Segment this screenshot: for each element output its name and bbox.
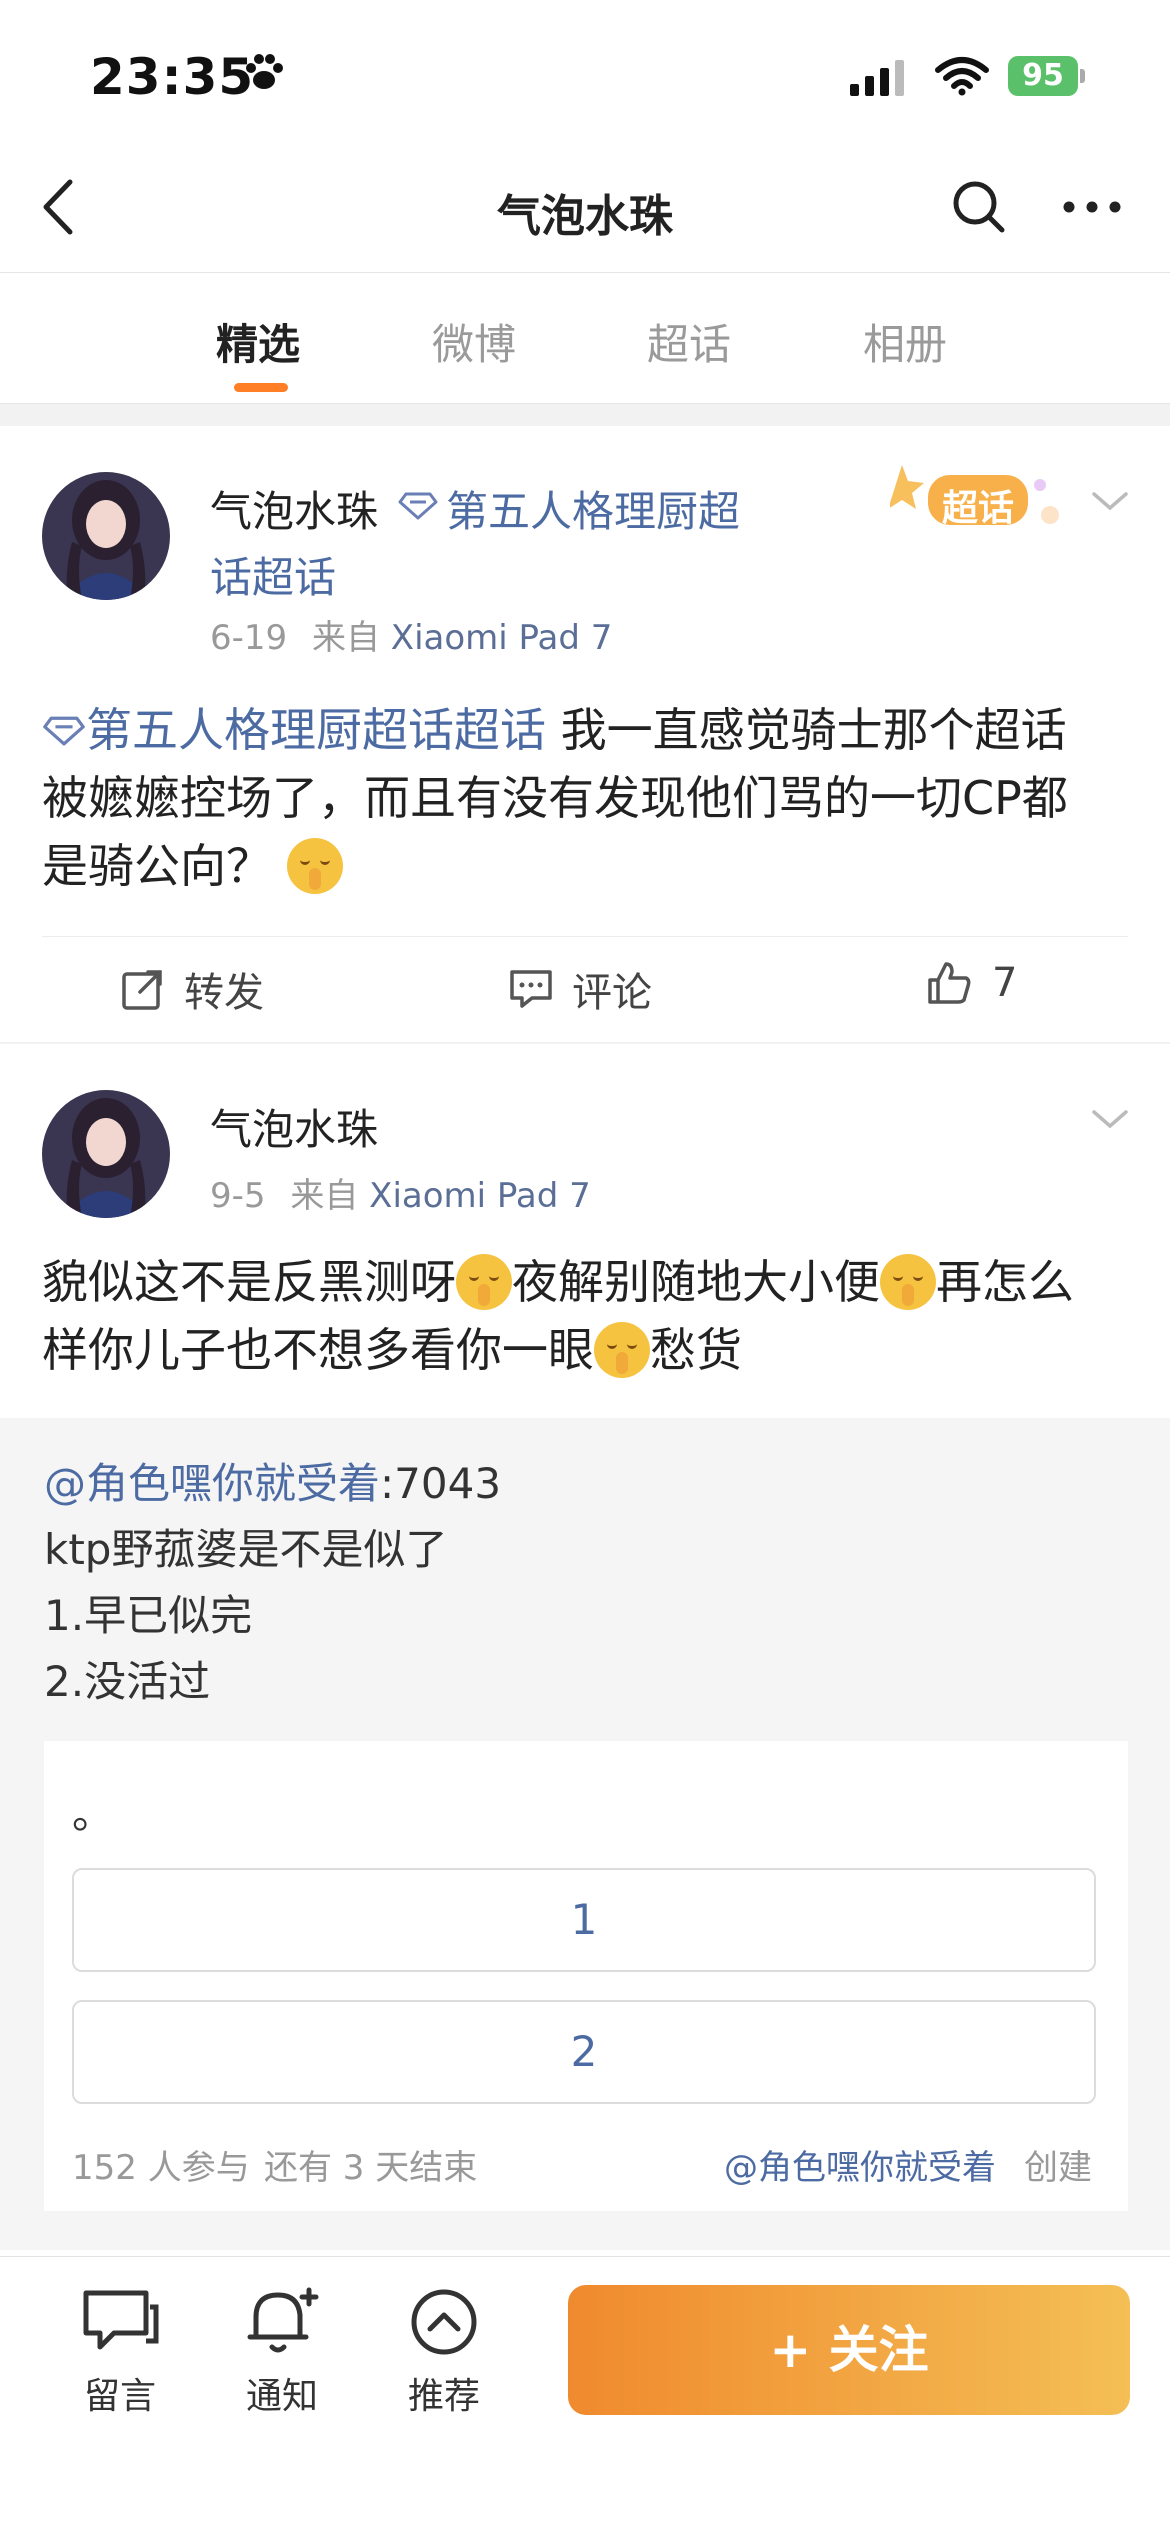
avatar[interactable] bbox=[42, 472, 170, 600]
poll-option[interactable]: 1 bbox=[72, 1868, 1096, 1972]
more-icon[interactable] bbox=[1062, 200, 1122, 214]
post-date: 9-5 bbox=[210, 1176, 266, 1216]
supertopic-diamond-icon bbox=[398, 492, 438, 520]
from-label: 来自 bbox=[311, 618, 380, 658]
recommend-button[interactable]: 推荐 bbox=[384, 2287, 504, 2419]
nav-bar: 气泡水珠 bbox=[0, 150, 1170, 273]
shush-emoji-icon bbox=[880, 1253, 936, 1310]
supertopic-badge: 超话 bbox=[888, 455, 1070, 549]
supertopic-badge-label: 超话 bbox=[942, 488, 1015, 529]
thumbs-up-icon bbox=[928, 962, 971, 1004]
poll-participants: 152 人参与 bbox=[72, 2148, 250, 2188]
post-author[interactable]: 气泡水珠 bbox=[210, 478, 378, 539]
supertopic-diamond-icon bbox=[43, 716, 85, 745]
status-time: 23:35 bbox=[90, 48, 255, 106]
poll-option[interactable]: 2 bbox=[72, 2000, 1096, 2104]
body-text-line2: 被嬷嬷控场了，而且有没有发现他们骂的一切CP都 bbox=[42, 771, 1068, 825]
repost-text-line: 1.早已似完 bbox=[44, 1591, 253, 1640]
battery-indicator: 95 bbox=[1008, 56, 1078, 96]
body-text-part: 夜解别随地大小便 bbox=[512, 1255, 880, 1309]
bottom-bar: 留言 通知 推荐 + 关注 bbox=[0, 2256, 1170, 2533]
from-label: 来自 bbox=[290, 1176, 359, 1216]
body-text-part: 愁货 bbox=[650, 1323, 742, 1377]
chevron-down-icon[interactable] bbox=[1090, 1106, 1130, 1132]
wifi-icon bbox=[935, 57, 989, 96]
like-button[interactable]: 7 bbox=[924, 958, 1017, 1008]
profile-tabs: 精选 微博 超话 相册 bbox=[0, 273, 1170, 404]
post-author[interactable]: 气泡水珠 bbox=[210, 1096, 378, 1157]
comment-icon bbox=[510, 970, 552, 1008]
notify-button[interactable]: 通知 bbox=[222, 2287, 342, 2419]
post-date: 6-19 bbox=[210, 618, 288, 658]
tab-supertopic[interactable]: 超话 bbox=[647, 311, 731, 372]
comment-button[interactable]: 评论 bbox=[508, 960, 652, 1018]
body-text-part: 样你儿子也不想多看你一眼 bbox=[42, 1323, 594, 1377]
tab-album[interactable]: 相册 bbox=[863, 311, 947, 372]
body-topic-link[interactable]: 第五人格理厨超话超话 bbox=[86, 703, 546, 757]
tab-featured[interactable]: 精选 bbox=[216, 311, 300, 372]
chevron-up-circle-icon bbox=[411, 2289, 477, 2355]
post-body: 貌似这不是反黑测呀 夜解别随地大小便 再怎么 样你儿子也不想多看你一眼 愁货 bbox=[42, 1248, 1142, 1384]
status-bar: 23:35 95 bbox=[0, 0, 1170, 150]
post-source[interactable]: Xiaomi Pad 7 bbox=[391, 618, 613, 658]
tab-weibo[interactable]: 微博 bbox=[432, 311, 516, 372]
repost-text-line: 2.没活过 bbox=[44, 1657, 211, 1706]
avatar[interactable] bbox=[42, 1090, 170, 1218]
notify-label: 通知 bbox=[245, 2376, 318, 2417]
shush-emoji-icon bbox=[286, 837, 343, 894]
poll-created-label: 创建 bbox=[1024, 2148, 1092, 2188]
divider bbox=[42, 936, 1128, 937]
body-text-line1: 我一直感觉骑士那个超话 bbox=[546, 703, 1067, 757]
active-tab-indicator bbox=[234, 383, 288, 392]
signal-icon bbox=[850, 60, 904, 96]
search-icon[interactable] bbox=[950, 178, 1008, 236]
message-label: 留言 bbox=[83, 2376, 156, 2417]
repost-suffix: :7043 bbox=[380, 1459, 502, 1508]
poll-remaining: 还有 3 天结束 bbox=[264, 2148, 478, 2188]
post-source[interactable]: Xiaomi Pad 7 bbox=[369, 1176, 591, 1216]
body-text-part: 再怎么 bbox=[936, 1255, 1074, 1309]
poll-creator-link[interactable]: @角色嘿你就受着 bbox=[724, 2140, 996, 2189]
follow-button[interactable]: + 关注 bbox=[568, 2285, 1130, 2415]
shush-emoji-icon bbox=[594, 1321, 650, 1378]
like-count: 7 bbox=[992, 960, 1018, 1006]
poll-title: 。 bbox=[72, 1789, 115, 1838]
bell-plus-icon bbox=[247, 2287, 319, 2353]
message-button[interactable]: 留言 bbox=[60, 2287, 180, 2419]
topic-link-cont[interactable]: 话超话 bbox=[210, 544, 336, 605]
post-body: 第五人格理厨超话超话 我一直感觉骑士那个超话 被嬷嬷控场了，而且有没有发现他们骂… bbox=[42, 696, 1132, 900]
repost-user-link[interactable]: @角色嘿你就受着 bbox=[44, 1459, 380, 1508]
chevron-down-icon[interactable] bbox=[1090, 488, 1130, 514]
repost-button[interactable]: 转发 bbox=[120, 960, 264, 1018]
repost-label: 转发 bbox=[184, 970, 264, 1016]
repost-text-line: ktp野菰婆是不是似了 bbox=[44, 1525, 448, 1574]
topic-link[interactable]: 第五人格理厨超 bbox=[446, 478, 740, 539]
body-text-line3: 是骑公向？ bbox=[42, 839, 272, 893]
body-text-part: 貌似这不是反黑测呀 bbox=[42, 1255, 456, 1309]
shush-emoji-icon bbox=[456, 1253, 512, 1310]
repost-icon bbox=[122, 970, 162, 1010]
post-meta: 9-5 来自 Xiaomi Pad 7 bbox=[210, 1168, 591, 1217]
paw-icon bbox=[246, 54, 283, 89]
post-meta: 6-19 来自 Xiaomi Pad 7 bbox=[210, 610, 612, 659]
battery-tip bbox=[1080, 69, 1085, 83]
repost-header: @角色嘿你就受着:7043 bbox=[44, 1450, 501, 1511]
comment-label: 评论 bbox=[572, 970, 652, 1016]
recommend-label: 推荐 bbox=[407, 2376, 480, 2417]
message-icon bbox=[83, 2290, 159, 2350]
